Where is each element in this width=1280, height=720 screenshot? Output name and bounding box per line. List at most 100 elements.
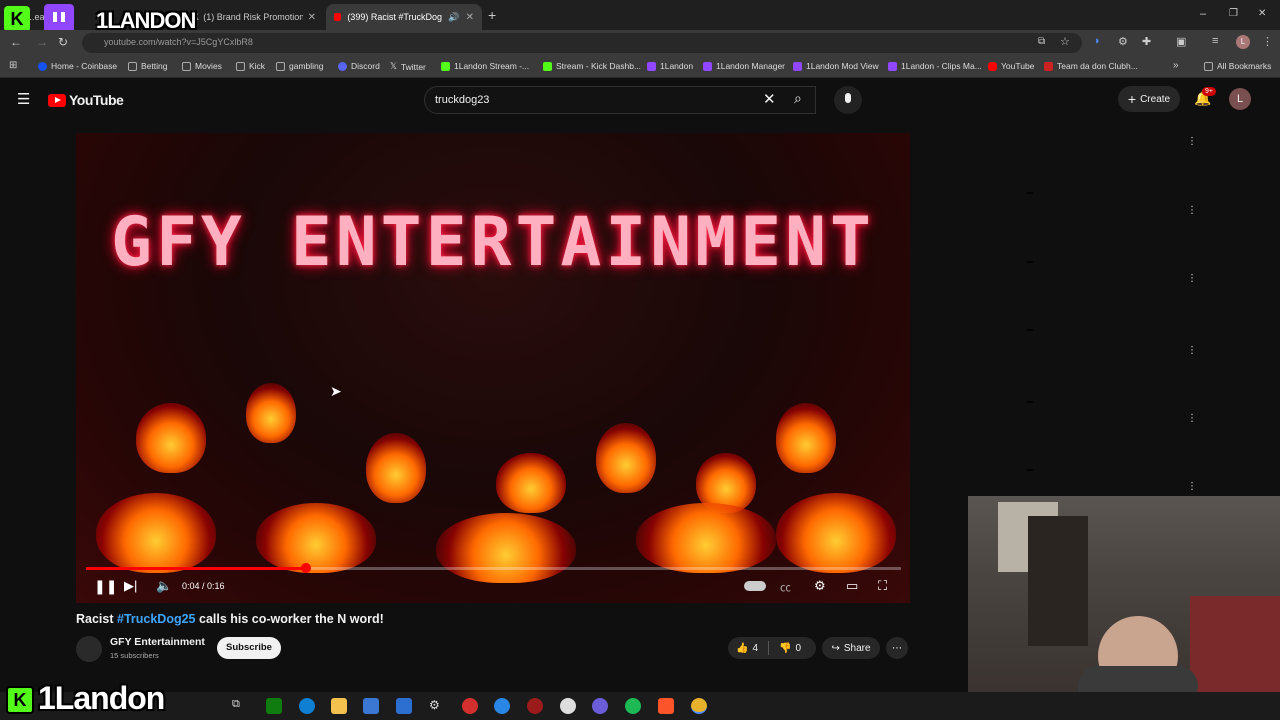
brave-icon[interactable] [658,698,674,714]
apps-grid-icon[interactable]: ⊞ [9,60,17,71]
extension-2-icon[interactable]: ⚙ [1118,35,1128,48]
obs-icon[interactable] [560,698,576,714]
discord-icon[interactable] [592,698,608,714]
recommended-video[interactable]: ⋮ [925,271,1275,335]
bookmark-1landon-clips[interactable]: 1Landon - Clips Ma... [888,61,982,71]
app-dark-red-icon[interactable] [527,698,543,714]
new-tab-button[interactable]: + [488,7,496,23]
video-thumbnail[interactable] [925,343,1037,406]
minimize-button[interactable]: – [1200,8,1206,20]
flame-decor [496,453,566,513]
spotify-icon[interactable] [625,698,641,714]
store-icon[interactable] [363,698,379,714]
close-icon[interactable]: ✕ [308,12,316,23]
kebab-menu-icon[interactable]: ⋮ [1262,35,1273,48]
reload-icon[interactable]: ↻ [58,35,68,49]
kebab-menu-icon[interactable]: ⋮ [1187,273,1197,284]
settings-gear-icon[interactable]: ⚙ [814,578,826,594]
bookmark-1landon-modview[interactable]: 1Landon Mod View [793,61,879,71]
bookmark-youtube[interactable]: YouTube [988,61,1034,71]
bookmark-team-da-don[interactable]: Team da don Clubh... [1044,61,1138,71]
video-thumbnail[interactable] [925,203,1037,266]
extension-icon[interactable]: ◗ [1094,35,1101,47]
video-thumbnail[interactable] [925,411,1037,474]
kebab-menu-icon[interactable]: ⋮ [1187,136,1197,147]
bookmark-kick[interactable]: Kick [236,61,265,71]
calculator-icon[interactable] [396,698,412,714]
recommended-video[interactable]: ⋮ [925,411,1275,475]
back-arrow-icon[interactable]: ← [10,35,22,49]
progress-bar[interactable] [86,563,901,573]
next-icon[interactable]: ▶| [124,578,137,594]
more-bookmarks-icon[interactable]: » [1173,60,1179,71]
bookmark-movies[interactable]: Movies [182,61,222,71]
puzzle-icon[interactable]: ✚ [1142,35,1151,48]
install-icon[interactable]: ⧉ [1038,36,1045,47]
search-input[interactable]: truckdog23 [424,86,816,114]
recommended-video[interactable]: ⋮ [925,134,1275,198]
like-thumb-icon[interactable]: 👍 [736,643,748,654]
speaker-icon[interactable]: 🔊 [448,12,459,23]
hashtag-link[interactable]: #TruckDog25 [117,612,196,626]
star-icon[interactable]: ☆ [1060,35,1070,48]
url-field[interactable]: youtube.com/watch?v=J5CgYCxlbR8 [82,33,1082,53]
file-explorer-icon[interactable] [331,698,347,714]
menu-list-icon[interactable]: ≡ [1212,35,1218,47]
app-red-icon[interactable] [462,698,478,714]
recommended-video[interactable]: ⋮ [925,203,1275,267]
all-bookmarks[interactable]: All Bookmarks [1204,61,1271,71]
pause-icon[interactable]: ❚❚ [94,578,117,595]
share-button[interactable]: ↪ Share [822,637,880,659]
bookmark-betting[interactable]: Betting [128,61,167,71]
forward-arrow-icon[interactable]: → [36,35,48,49]
video-thumbnail[interactable] [925,271,1037,334]
close-window-button[interactable]: ✕ [1258,8,1266,19]
bookmark-coinbase[interactable]: Home - Coinbase [38,61,117,71]
sidepanel-icon[interactable]: ▣ [1176,35,1186,48]
bookmark-1landon-stream[interactable]: 1Landon Stream -... [441,61,529,71]
xbox-icon[interactable] [266,698,282,714]
kebab-menu-icon[interactable]: ⋮ [1187,205,1197,216]
maximize-button[interactable]: ❐ [1229,8,1238,19]
voice-search-button[interactable] [834,86,862,114]
recommended-video[interactable]: ⋮ [925,343,1275,407]
more-actions-button[interactable]: ⋯ [886,637,908,659]
video-thumbnail[interactable] [925,134,1037,197]
channel-avatar[interactable] [76,636,102,662]
tab-youtube-active[interactable]: (399) Racist #TruckDog25 c... 🔊 ✕ [326,4,482,30]
bookmark-gambling[interactable]: gambling [276,61,324,71]
user-avatar[interactable]: L [1229,88,1251,110]
edge-icon[interactable] [299,698,315,714]
youtube-logo[interactable]: YouTube [48,92,124,108]
bookmark-1landon[interactable]: 1Landon [647,61,693,71]
tab-brand-risk[interactable]: 𝕏 (1) Brand Risk Promotions on X ✕ [184,4,324,30]
bookmark-1landon-manager[interactable]: 1Landon Manager [703,61,785,71]
video-player[interactable]: GFY ENTERTAINMENT ➤ ❚❚ ▶| 🔈 0:04 / 0:16 … [76,133,910,603]
subscribe-button[interactable]: Subscribe [217,637,281,659]
progress-knob[interactable] [301,563,312,573]
app-blue-icon[interactable] [494,698,510,714]
club-icon [1044,61,1053,71]
search-icon[interactable]: ⌕ [794,90,802,107]
volume-icon[interactable]: 🔈 [156,578,172,594]
settings-gear-icon[interactable]: ⚙ [429,698,445,714]
bookmark-twitter[interactable]: 𝕏 Twitter [390,61,426,72]
bookmark-kick-dashboard[interactable]: Stream - Kick Dashb... [543,61,641,71]
profile-avatar[interactable]: L [1236,35,1250,49]
kebab-menu-icon[interactable]: ⋮ [1187,481,1197,492]
dislike-thumb-icon[interactable]: 👎 [779,643,791,654]
theater-mode-icon[interactable]: ▭ [846,578,858,594]
chrome-icon[interactable] [691,698,707,714]
captions-icon[interactable]: ㏄ [780,579,791,595]
kebab-menu-icon[interactable]: ⋮ [1187,413,1197,424]
channel-name[interactable]: GFY Entertainment [110,636,205,648]
clear-search-icon[interactable]: ✕ [763,90,776,108]
autoplay-toggle[interactable] [744,581,766,591]
bookmark-discord[interactable]: Discord [338,61,380,71]
close-icon[interactable]: ✕ [466,12,474,23]
create-button[interactable]: + Create [1118,86,1180,112]
fullscreen-icon[interactable]: ⛶ [878,578,887,594]
hamburger-menu-icon[interactable]: ☰ [17,90,30,108]
kebab-menu-icon[interactable]: ⋮ [1187,345,1197,356]
task-view-icon[interactable]: ⧉ [232,698,248,714]
